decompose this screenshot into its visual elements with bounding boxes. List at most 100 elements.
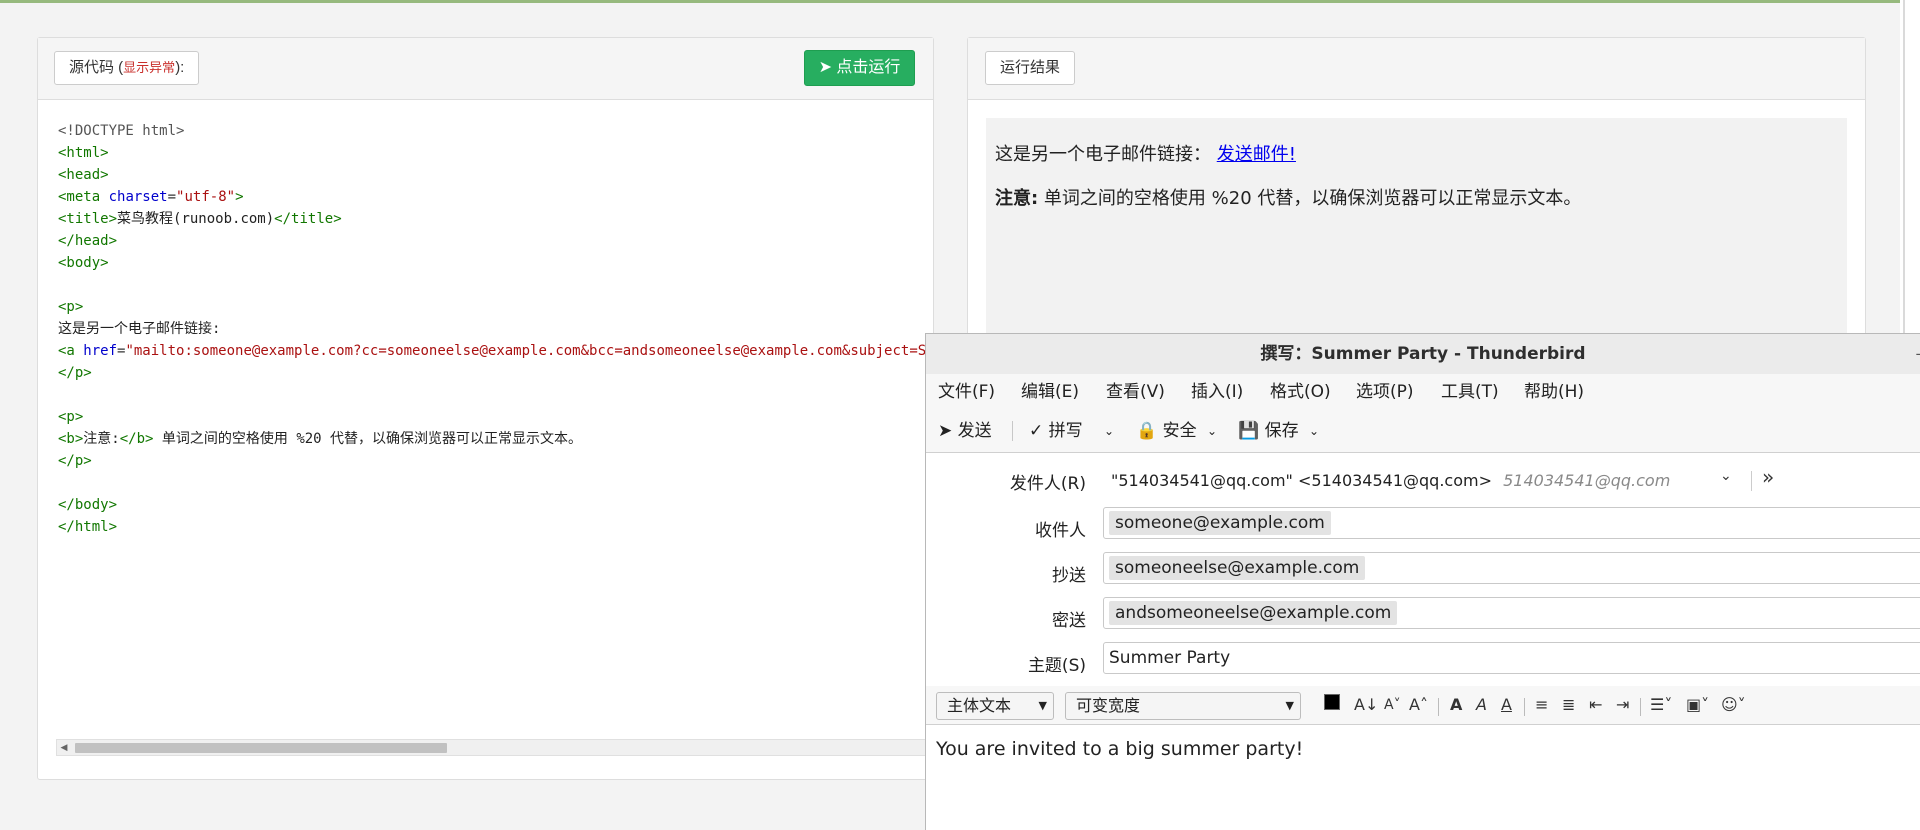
send-button[interactable]: ➤ 发送 [938, 410, 992, 452]
numbered-list-icon[interactable]: ≣ [1562, 694, 1575, 716]
font-value: 可变宽度 [1076, 696, 1141, 715]
chevron-down-icon: ⌄ [1104, 424, 1115, 438]
chevron-down-icon[interactable]: ⌄ [1720, 468, 1732, 484]
font-size-decrease-icon[interactable]: A˅ [1384, 694, 1401, 716]
chevron-down-icon: ▼ [1038, 699, 1047, 712]
code-line: 这是另一个电子邮件链接: [58, 321, 221, 337]
menu-file[interactable]: 文件(F) [938, 374, 995, 410]
menu-view[interactable]: 查看(V) [1106, 374, 1165, 410]
code-line: <meta charset="utf-8"> [58, 189, 244, 205]
top-accent-bar [0, 0, 1900, 3]
security-dropdown[interactable]: ⌄ [1207, 410, 1217, 452]
code-editor[interactable]: <!DOCTYPE html> <html> <head> <meta charset… [58, 120, 933, 538]
code-line: <p> [58, 299, 84, 315]
spell-button-label: 拼写 [1048, 421, 1083, 441]
menu-format[interactable]: 格式(O) [1270, 374, 1331, 410]
menu-tools[interactable]: 工具(T) [1441, 374, 1499, 410]
send-email-link[interactable]: 发送邮件! [1217, 144, 1296, 165]
from-selector[interactable]: "514034541@qq.com" <514034541@qq.com> 51… [1111, 471, 1670, 490]
display-error-link[interactable]: 显示异常 [123, 60, 175, 75]
bcc-field[interactable]: andsomeoneelse@example.com [1103, 597, 1920, 629]
underline-icon[interactable]: A [1501, 694, 1512, 716]
source-tab[interactable]: 源代码 (显示异常): [54, 51, 200, 85]
menu-edit[interactable]: 编辑(E) [1021, 374, 1079, 410]
from-divider [1751, 471, 1752, 491]
menubar: 文件(F) 编辑(E) 查看(V) 插入(I) 格式(O) 选项(P) 工具(T… [926, 374, 1920, 410]
font-size-increase-icon[interactable]: A˄ [1409, 694, 1428, 716]
code-line: </html> [58, 519, 118, 535]
security-button[interactable]: 🔒 安全 [1136, 410, 1197, 452]
menu-insert[interactable]: 插入(I) [1191, 374, 1243, 410]
insert-image-icon[interactable]: ▣˅ [1686, 694, 1709, 716]
format-divider [1640, 698, 1641, 716]
code-line: </body> [58, 497, 118, 513]
font-select[interactable]: 可变宽度 ▼ [1065, 692, 1301, 720]
to-recipient-pill[interactable]: someone@example.com [1109, 511, 1331, 535]
message-body[interactable]: You are invited to a big summer party! [936, 738, 1303, 760]
window-title: 撰写：Summer Party - Thunderbird [1260, 344, 1586, 364]
save-dropdown[interactable]: ⌄ [1309, 410, 1319, 452]
code-horizontal-scrollbar[interactable]: ◀ ▶ [56, 739, 956, 756]
subject-value: Summer Party [1109, 648, 1231, 668]
code-line: </p> [58, 453, 92, 469]
code-line: <!DOCTYPE html> [58, 123, 185, 139]
to-label: 收件人 [1035, 521, 1086, 541]
note-text: 单词之间的空格使用 %20 代替，以确保浏览器可以正常显示文本。 [1038, 188, 1582, 209]
code-line: </p> [58, 365, 92, 381]
save-icon: 💾 [1238, 421, 1260, 441]
spell-button[interactable]: ✓ 拼写 [1029, 410, 1083, 452]
smaller-font-icon[interactable]: A↓ [1354, 694, 1378, 716]
menu-options[interactable]: 选项(P) [1356, 374, 1414, 410]
cc-recipient-pill[interactable]: someoneelse@example.com [1109, 556, 1366, 580]
code-line: <body> [58, 255, 109, 271]
menu-help[interactable]: 帮助(H) [1524, 374, 1584, 410]
bullet-list-icon[interactable]: ≡ [1535, 694, 1548, 716]
cc-label: 抄送 [1052, 566, 1086, 586]
format-divider [1524, 698, 1525, 716]
to-field[interactable]: someone@example.com [1103, 507, 1920, 539]
from-value: "514034541@qq.com" <514034541@qq.com> [1111, 471, 1492, 490]
indent-icon[interactable]: ⇥ [1616, 694, 1629, 716]
source-tab-suffix: ): [175, 59, 185, 76]
code-line: <a href="mailto:someone@example.com?cc=s… [58, 343, 933, 359]
send-icon: ➤ [818, 59, 832, 76]
emoji-icon[interactable]: ☺˅ [1721, 694, 1746, 716]
code-line: <p> [58, 409, 84, 425]
scroll-left-icon[interactable]: ◀ [57, 740, 71, 755]
italic-icon[interactable]: A [1476, 694, 1487, 716]
subject-label: 主题(S) [1027, 656, 1086, 676]
outdent-icon[interactable]: ⇤ [1589, 694, 1602, 716]
thunderbird-compose-window: 撰写：Summer Party - Thunderbird – 文件(F) 编辑… [925, 333, 1920, 830]
run-button[interactable]: ➤ 点击运行 [804, 50, 915, 86]
result-tab[interactable]: 运行结果 [985, 51, 1076, 85]
cc-field[interactable]: someoneelse@example.com [1103, 552, 1920, 584]
scrollbar-thumb[interactable] [75, 743, 447, 753]
compose-toolbar: ➤ 发送 ✓ 拼写 ⌄ 🔒 安全 ⌄ 💾 保存 ⌄ [926, 410, 1920, 453]
result-tab-label: 运行结果 [1000, 59, 1061, 76]
format-divider [1438, 698, 1439, 716]
result-line-1: 这是另一个电子邮件链接： 发送邮件! [995, 140, 1296, 166]
result-panel-header: 运行结果 [968, 38, 1865, 100]
paragraph-format-select[interactable]: 主体文本 ▼ [936, 692, 1054, 720]
send-icon: ➤ [938, 421, 953, 441]
save-button-label: 保存 [1264, 421, 1299, 441]
code-line: </head> [58, 233, 118, 249]
result-line-2: 注意: 单词之间的空格使用 %20 代替，以确保浏览器可以正常显示文本。 [995, 184, 1581, 210]
spell-dropdown[interactable]: ⌄ [1104, 410, 1114, 452]
minimize-icon[interactable]: – [1916, 334, 1920, 374]
window-titlebar[interactable]: 撰写：Summer Party - Thunderbird – [926, 334, 1920, 375]
source-panel-header: 源代码 (显示异常): ➤ 点击运行 [38, 38, 933, 100]
bold-icon[interactable]: A [1450, 694, 1462, 716]
expand-recipients-icon[interactable]: » [1762, 465, 1774, 489]
align-icon[interactable]: ☰˅ [1650, 694, 1672, 716]
source-panel: 源代码 (显示异常): ➤ 点击运行 <!DOCTYPE html> <html>… [37, 37, 956, 780]
text-color-icon[interactable] [1324, 694, 1340, 710]
chevron-down-icon: ⌄ [1309, 424, 1320, 438]
bcc-recipient-pill[interactable]: andsomeoneelse@example.com [1109, 601, 1398, 625]
subject-field[interactable]: Summer Party [1103, 642, 1920, 674]
save-button[interactable]: 💾 保存 [1238, 410, 1299, 452]
toolbar-divider [1012, 421, 1013, 441]
paragraph-format-value: 主体文本 [947, 696, 1012, 715]
